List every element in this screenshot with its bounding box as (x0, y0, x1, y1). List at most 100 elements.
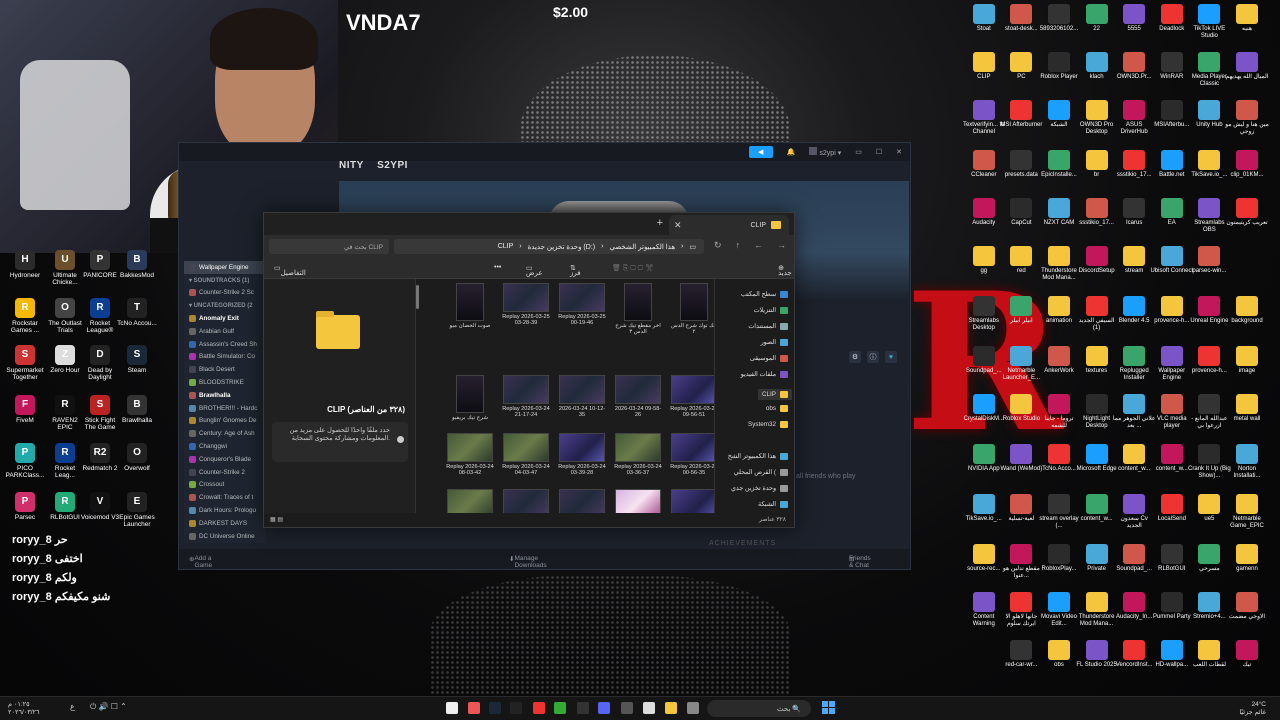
desktop-icon[interactable]: stream overlay (... (1037, 494, 1081, 530)
desktop-icon[interactable]: FL Studio 2025 (1075, 640, 1119, 669)
details-pane-button[interactable]: ▭ التفاصيل (274, 264, 306, 277)
refresh-icon[interactable]: ↻ (714, 240, 722, 251)
library-game-item[interactable]: Brawlhalla (184, 389, 266, 402)
scrollbar[interactable] (416, 285, 419, 309)
library-game-item[interactable]: Dark Hours: Prologu (184, 504, 266, 517)
friends-chat-button[interactable]: Friends & Chat ⊞ (849, 555, 871, 569)
desktop-icon[interactable]: Private (1075, 544, 1119, 573)
weather-widget[interactable]: 24°C غائم جزئيًا (1239, 701, 1266, 717)
new-button[interactable]: جديد ⊕ (778, 264, 792, 277)
desktop-icon[interactable]: B Brawlhalla (117, 395, 157, 424)
library-game-item[interactable]: DC Universe Online (184, 530, 266, 543)
desktop-icon[interactable]: ssstikio_17... (1075, 198, 1119, 227)
desktop-icon[interactable]: VencordInst... (1112, 640, 1156, 669)
gear-icon[interactable]: ⚙ (849, 351, 861, 363)
desktop-icon[interactable]: Roblox Player (1037, 52, 1081, 81)
file-tile[interactable]: Replay 2026-03-25 03-28-39 (502, 283, 550, 327)
library-section-header[interactable]: ▾ UNCATEGORIZED (2 (184, 299, 266, 312)
desktop-icon[interactable]: 5555 (1112, 4, 1156, 33)
library-game-item[interactable]: Anomaly Exit (184, 312, 266, 325)
desktop-icon[interactable]: Pummel Party (1150, 592, 1194, 621)
desktop-icon[interactable]: stream (1112, 246, 1156, 275)
desktop-icon[interactable]: F FiveM (5, 395, 45, 424)
desktop-icon[interactable]: O Overwolf (117, 443, 157, 472)
desktop-icon[interactable]: Stoat (962, 4, 1006, 33)
desktop-icon[interactable]: background (1225, 296, 1269, 325)
desktop-icon[interactable]: Replugged Installer (1112, 346, 1156, 382)
taskbar-clock[interactable]: ٠١:٢٥ م ٢٠٢٦/٠٣/٢٦ (8, 701, 40, 717)
broadcast-icon[interactable]: ◀ (748, 146, 773, 158)
taskbar-app-icon[interactable] (446, 702, 458, 714)
desktop-icon[interactable]: علاني الجوهر مما بعد ... (1112, 394, 1156, 430)
desktop-icon[interactable]: D Dead by Daylight (80, 345, 120, 382)
library-section-header[interactable]: ▾ SOUNDTRACKS (1) (184, 274, 266, 287)
desktop-icon[interactable]: red (999, 246, 1043, 275)
taskbar-app-icon[interactable] (621, 702, 633, 714)
info-icon[interactable]: ⓘ (867, 351, 879, 363)
desktop-icon[interactable]: عبدالله المانع - ازرعوا بي (1187, 394, 1231, 430)
start-button[interactable] (822, 701, 835, 714)
desktop-icon[interactable]: OWN3D.Pr... (1112, 52, 1156, 81)
desktop-icon[interactable]: RLBotGUI (1150, 544, 1194, 573)
taskbar-search[interactable]: بحث 🔍 (707, 700, 811, 717)
maximize-icon[interactable]: ☐ (876, 148, 882, 156)
desktop-icon[interactable]: presets.data (999, 150, 1043, 179)
library-game-item[interactable]: BLOODSTRIKE (184, 376, 266, 389)
desktop-icon[interactable]: LocalSend (1150, 494, 1194, 523)
desktop-icon[interactable]: content_w... (1150, 444, 1194, 473)
nav-pane-item[interactable]: System32 (748, 421, 788, 428)
desktop-icon[interactable]: V Voicemod V3 (80, 492, 120, 521)
nav-pane-item[interactable]: سطح المكتب (741, 291, 788, 298)
desktop-icon[interactable]: RobloxPlay... (1037, 544, 1081, 573)
desktop-icon[interactable]: ssstikio_17... (1112, 150, 1156, 179)
desktop-icon[interactable]: تروما - جاينا للشمه (1037, 394, 1081, 430)
desktop-icon[interactable]: Audacity_In... (1112, 592, 1156, 621)
desktop-icon[interactable]: PC (999, 52, 1043, 81)
desktop-icon[interactable]: Wallpaper Engine (1150, 346, 1194, 382)
desktop-icon[interactable]: S Steam (117, 345, 157, 374)
desktop-icon[interactable]: TikSave.io_... (962, 494, 1006, 523)
desktop-icon[interactable]: سعدون Cv الجديد (1112, 494, 1156, 530)
desktop-icon[interactable]: gamenn (1225, 544, 1269, 573)
close-icon[interactable]: ✕ (896, 148, 902, 156)
desktop-icon[interactable]: Microsoft Edge (1075, 444, 1119, 473)
desktop-icon[interactable]: Soundpad_... (1112, 544, 1156, 573)
taskbar-app-icon[interactable] (598, 702, 610, 714)
desktop-icon[interactable]: H Hydroneer (5, 250, 45, 279)
nav-pane-item[interactable]: وحدة تخزين جدي (731, 485, 788, 492)
up-arrow-icon[interactable]: ↑ (736, 240, 741, 251)
desktop-icon[interactable]: R RAVEN2 EPIC (45, 395, 85, 432)
desktop-icon[interactable]: R RLBotGUI (45, 492, 85, 521)
desktop-icon[interactable]: provence-h... (1187, 346, 1231, 375)
desktop-icon[interactable]: S Stick Fight The Game (80, 395, 120, 432)
desktop-icon[interactable]: Blender 4.5 (1112, 296, 1156, 325)
desktop-icon[interactable]: Streamlabs Desktop (962, 296, 1006, 332)
library-game-item[interactable]: Conqueror's Blade (184, 453, 266, 466)
desktop-icon[interactable]: image (1225, 346, 1269, 375)
desktop-icon[interactable]: Stremio+4... (1187, 592, 1231, 621)
desktop-icon[interactable]: Audacity (962, 198, 1006, 227)
file-tile[interactable]: Replay 2026-03-24 21-17-24 (502, 375, 550, 419)
desktop-icon[interactable]: Roblox Studio (999, 394, 1043, 423)
desktop-icon[interactable]: Netmarble Game_EPIC (1225, 494, 1269, 530)
desktop-icon[interactable]: P Parsec (5, 492, 45, 521)
desktop-icon[interactable]: provence-h... (1150, 296, 1194, 325)
desktop-icon[interactable]: CrystalDiskM... (962, 394, 1006, 423)
desktop-icon[interactable]: NVIDIA App (962, 444, 1006, 473)
close-tab-icon[interactable]: ✕ (674, 220, 682, 231)
library-game-item[interactable]: Arabian Gulf (184, 325, 266, 338)
desktop-icon[interactable]: ابيلر ابيلر (999, 296, 1043, 325)
file-tile[interactable]: Replay 2026-03-24 04-03-47 (502, 433, 550, 477)
desktop-icon[interactable]: EA (1150, 198, 1194, 227)
file-tile[interactable]: 2026-03-24 09-58-26 (614, 375, 662, 419)
taskbar-app-icon[interactable] (665, 702, 677, 714)
desktop-icon[interactable]: CLIP (962, 52, 1006, 81)
desktop-icon[interactable]: TcNo.Acco... (1037, 444, 1081, 473)
desktop-icon[interactable]: الميال الله يهديهم (1225, 52, 1269, 81)
toolbar-actions[interactable]: 🗑 ⎘ ▢ ▢ ✂ (612, 264, 654, 273)
desktop-icon[interactable]: U Ultimate Chicke... (45, 250, 85, 287)
view-toggle[interactable]: ▦ ▤ (270, 516, 283, 523)
desktop-icon[interactable]: DiscordSetup (1075, 246, 1119, 275)
nav-pane-item[interactable]: CLIP (758, 389, 792, 400)
nav-pane-item[interactable]: القرص المحلي ( (734, 469, 788, 476)
